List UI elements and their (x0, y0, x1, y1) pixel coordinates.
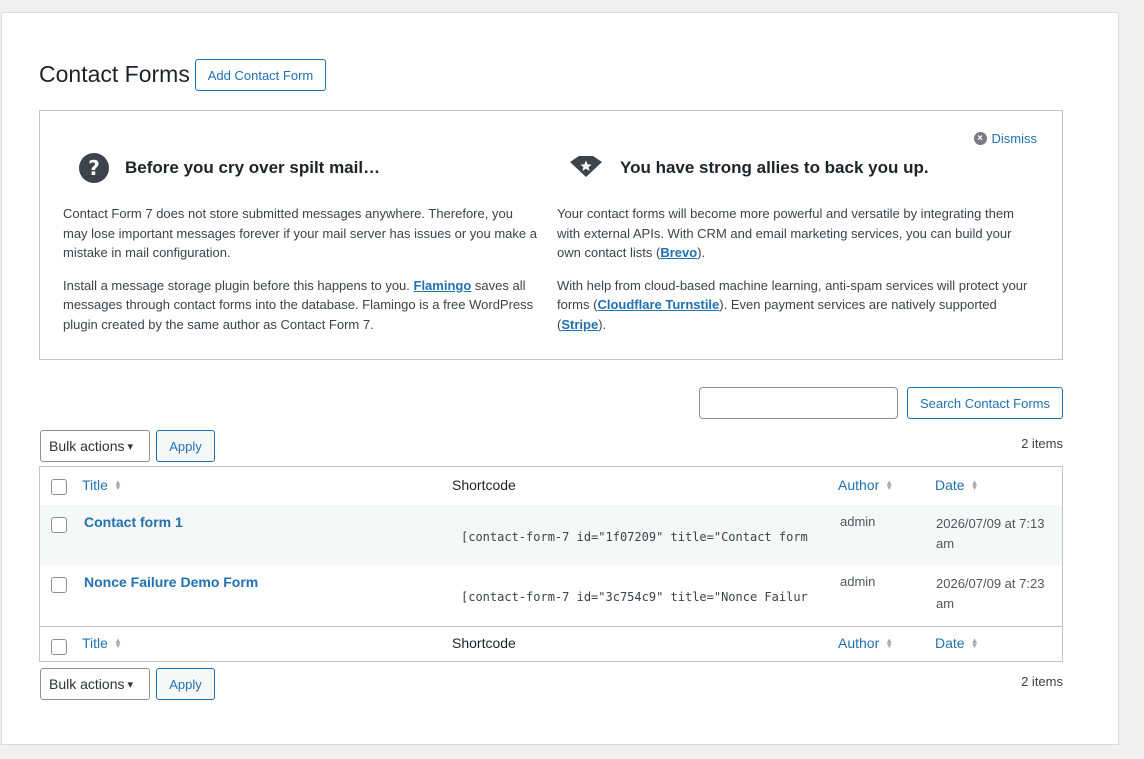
row-checkbox[interactable] (51, 577, 67, 593)
search-input[interactable] (699, 387, 898, 419)
notice-column-storage: ? Before you cry over spilt mail… Contac… (63, 151, 541, 347)
question-circle-icon: ? (79, 153, 109, 183)
notice-heading: Before you cry over spilt mail… (125, 158, 381, 177)
apply-button-top[interactable]: Apply (156, 430, 215, 462)
close-circle-icon: × (973, 132, 987, 145)
notice-heading-row: ? Before you cry over spilt mail… (63, 151, 541, 185)
shortcode-column-footer: Shortcode (452, 635, 516, 651)
chevron-down-icon: ▾ (127, 440, 134, 453)
sort-icon: ▲ ▼ (885, 478, 894, 492)
items-count-bottom: 2 items (1021, 674, 1063, 689)
table-header-row: Title ▲ ▼ Shortcode Author ▲ ▼ Date ▲ ▼ (40, 467, 1062, 506)
notice-paragraph: Your contact forms will become more powe… (557, 206, 1014, 260)
chevron-down-icon: ▾ (127, 678, 134, 691)
notice-heading-row: You have strong allies to back you up. (557, 151, 1035, 185)
welcome-notice: × Dismiss ? Before you cry over spilt ma… (39, 110, 1063, 360)
title-column-footer[interactable]: Title ▲ ▼ (82, 635, 122, 651)
date-column-header[interactable]: Date ▲ ▼ (935, 477, 979, 493)
select-all-checkbox[interactable] (51, 639, 67, 655)
search-contact-forms-button[interactable]: Search Contact Forms (907, 387, 1063, 419)
bulk-actions-select-top[interactable]: Bulk actions ▾ (40, 430, 150, 462)
shield-star-icon (570, 156, 602, 177)
cloudflare-turnstile-link[interactable]: Cloudflare Turnstile (597, 297, 719, 312)
page-title: Contact Forms (39, 61, 190, 87)
notice-paragraph: Contact Form 7 does not store submitted … (63, 206, 537, 260)
row-checkbox[interactable] (51, 517, 67, 533)
shortcode-field[interactable] (461, 527, 808, 547)
bulk-actions-label: Bulk actions (49, 676, 125, 692)
title-column-header[interactable]: Title ▲ ▼ (82, 477, 122, 493)
notice-paragraph: Install a message storage plugin before … (63, 277, 534, 332)
contact-forms-table: Title ▲ ▼ Shortcode Author ▲ ▼ Date ▲ ▼ Con… (39, 466, 1063, 662)
sort-icon: ▲ ▼ (885, 636, 894, 650)
form-title-link[interactable]: Nonce Failure Demo Form (84, 574, 258, 590)
sort-icon: ▲ ▼ (970, 478, 979, 492)
author-value: admin (840, 514, 876, 529)
select-all-checkbox[interactable] (51, 479, 67, 495)
table-footer-row: Title ▲ ▼ Shortcode Author ▲ ▼ Date ▲ ▼ (40, 626, 1062, 662)
table-row: Contact form 1 admin 2026/07/09 at 7:13 … (40, 505, 1062, 565)
form-title-link[interactable]: Contact form 1 (84, 514, 183, 530)
author-value: admin (840, 574, 876, 589)
bulk-actions-label: Bulk actions (49, 438, 125, 454)
date-column-footer[interactable]: Date ▲ ▼ (935, 635, 979, 651)
date-value: 2026/07/09 at 7:23 am (936, 576, 1045, 611)
dismiss-label: Dismiss (991, 131, 1038, 146)
items-count-top: 2 items (1021, 436, 1063, 451)
shortcode-field[interactable] (461, 587, 808, 607)
notice-heading: You have strong allies to back you up. (620, 158, 929, 177)
shortcode-column-header: Shortcode (452, 477, 516, 493)
sort-icon: ▲ ▼ (113, 636, 122, 650)
flamingo-link[interactable]: Flamingo (414, 278, 472, 293)
dismiss-button[interactable]: × Dismiss (973, 131, 1038, 146)
notice-paragraph: With help from cloud-based machine learn… (557, 277, 1028, 332)
author-column-header[interactable]: Author ▲ ▼ (838, 477, 893, 493)
notice-column-integrations: You have strong allies to back you up. Y… (557, 151, 1035, 347)
sort-icon: ▲ ▼ (970, 636, 979, 650)
stripe-link[interactable]: Stripe (561, 317, 598, 332)
svg-text:?: ? (88, 156, 100, 180)
date-value: 2026/07/09 at 7:13 am (936, 516, 1045, 551)
sort-icon: ▲ ▼ (113, 478, 122, 492)
add-contact-form-button[interactable]: Add Contact Form (195, 59, 326, 91)
bulk-actions-select-bottom[interactable]: Bulk actions ▾ (40, 668, 150, 700)
table-row: Nonce Failure Demo Form admin 2026/07/09… (40, 565, 1062, 625)
brevo-link[interactable]: Brevo (660, 245, 697, 260)
author-column-footer[interactable]: Author ▲ ▼ (838, 635, 893, 651)
apply-button-bottom[interactable]: Apply (156, 668, 215, 700)
